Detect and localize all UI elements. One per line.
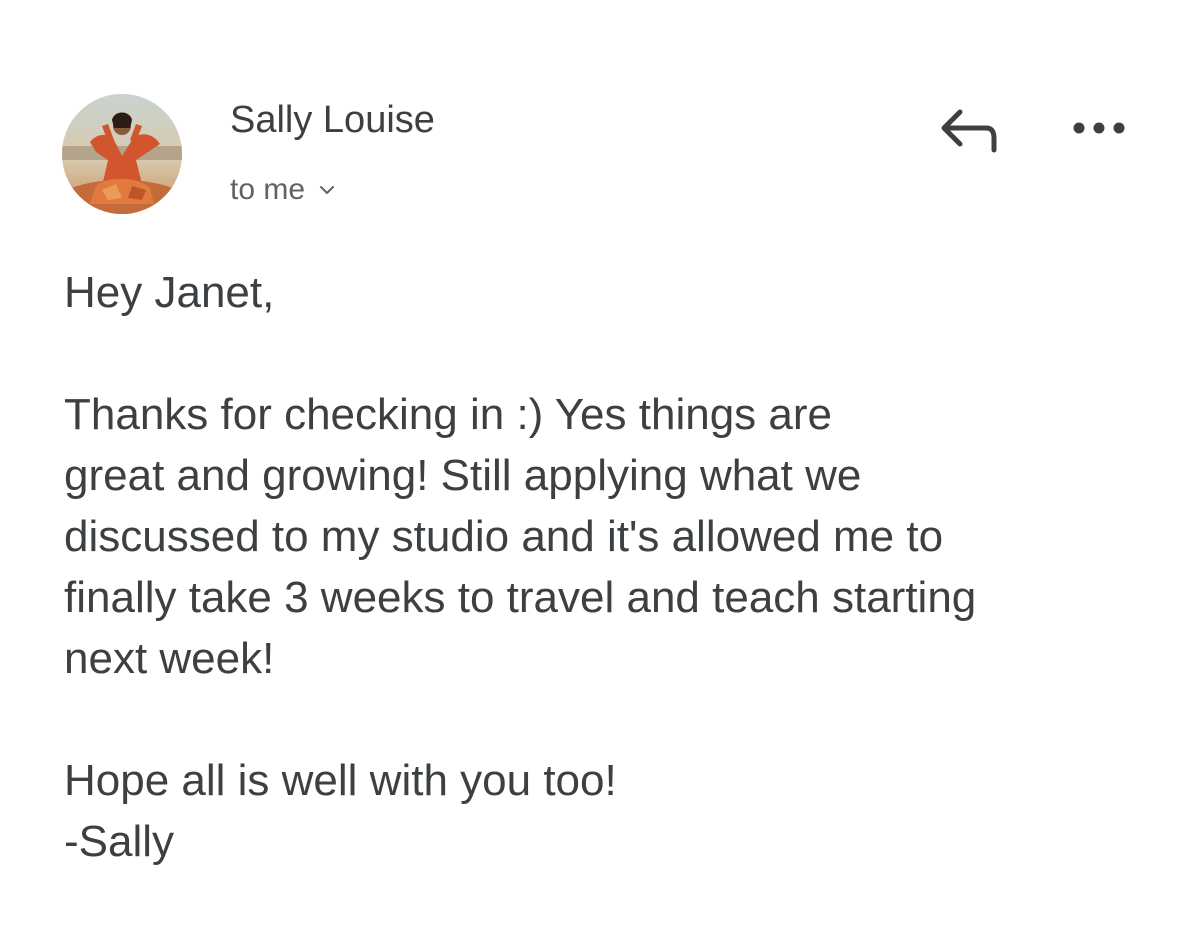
reply-icon (941, 109, 997, 153)
sender-name: Sally Louise (230, 99, 435, 141)
more-horizontal-icon (1073, 122, 1125, 134)
reply-button[interactable] (930, 100, 1010, 160)
closing-block: Hope all is well with you too! -Sally (64, 750, 1144, 872)
profile-photo-icon (62, 94, 182, 214)
signature: -Sally (64, 817, 175, 866)
main-paragraph: Thanks for checking in :) Yes things are… (64, 384, 1144, 689)
more-options-button[interactable] (1064, 108, 1134, 148)
paragraph-line: finally take 3 weeks to travel and teach… (64, 573, 977, 622)
greeting: Hey Janet, (64, 262, 1144, 323)
greeting-line: Hey Janet, (64, 268, 275, 317)
paragraph-line: great and growing! Still applying what w… (64, 451, 862, 500)
paragraph-line: Thanks for checking in :) Yes things are (64, 390, 832, 439)
recipient-details-toggle[interactable]: to me (230, 170, 335, 210)
chevron-down-icon (319, 184, 335, 196)
paragraph-line: discussed to my studio and it's allowed … (64, 512, 944, 561)
message-body: Hey Janet, Thanks for checking in :) Yes… (64, 262, 1144, 872)
sender-avatar[interactable] (62, 94, 182, 214)
paragraph-line: next week! (64, 634, 275, 683)
message-header: Sally Louise to me (0, 0, 1186, 240)
closing-line: Hope all is well with you too! (64, 756, 617, 805)
recipient-label: to me (230, 173, 306, 206)
